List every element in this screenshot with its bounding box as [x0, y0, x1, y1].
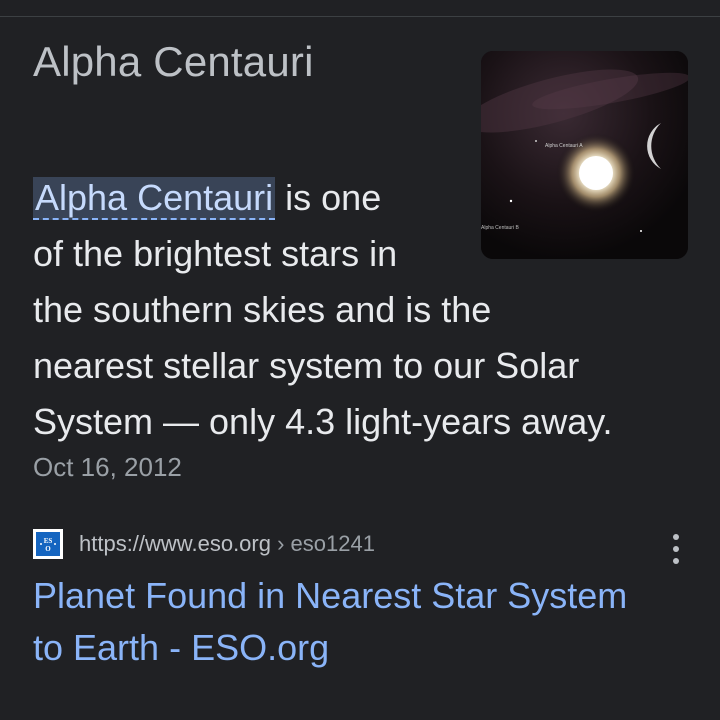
svg-text:O: O	[45, 545, 51, 553]
url-domain: https://www.eso.org	[79, 531, 271, 556]
highlighted-term[interactable]: Alpha Centauri	[33, 177, 276, 220]
svg-text:ES: ES	[44, 537, 53, 545]
link-line-1: Planet Found in Nearest Star System	[33, 575, 628, 616]
snippet-line-2: of the brightest stars in	[33, 233, 398, 274]
link-line-2: to Earth - ESO.org	[33, 627, 330, 668]
eso-logo-icon: ES O	[33, 529, 63, 559]
result-snippet: Alpha Centauri is one of the brightest s…	[33, 170, 613, 450]
snippet-line-3: the southern skies and is the	[33, 289, 492, 330]
more-options-icon[interactable]	[666, 534, 686, 564]
result-date: Oct 16, 2012	[33, 452, 182, 482]
url-path: › eso1241	[270, 531, 375, 556]
snippet-line-5: System — only 4.3 light-years away.	[33, 401, 613, 442]
result-link[interactable]: Planet Found in Nearest Star System to E…	[33, 570, 627, 674]
snippet-line-1: is one	[275, 177, 382, 218]
source-url[interactable]: https://www.eso.org › eso1241	[79, 531, 375, 557]
top-divider	[0, 16, 720, 17]
thumb-label-b: Alpha Centauri A	[545, 143, 583, 149]
result-title: Alpha Centauri	[33, 38, 314, 85]
source-row[interactable]: ES O https://www.eso.org › eso1241	[33, 528, 375, 560]
snippet-line-4: nearest stellar system to our Solar	[33, 345, 580, 386]
